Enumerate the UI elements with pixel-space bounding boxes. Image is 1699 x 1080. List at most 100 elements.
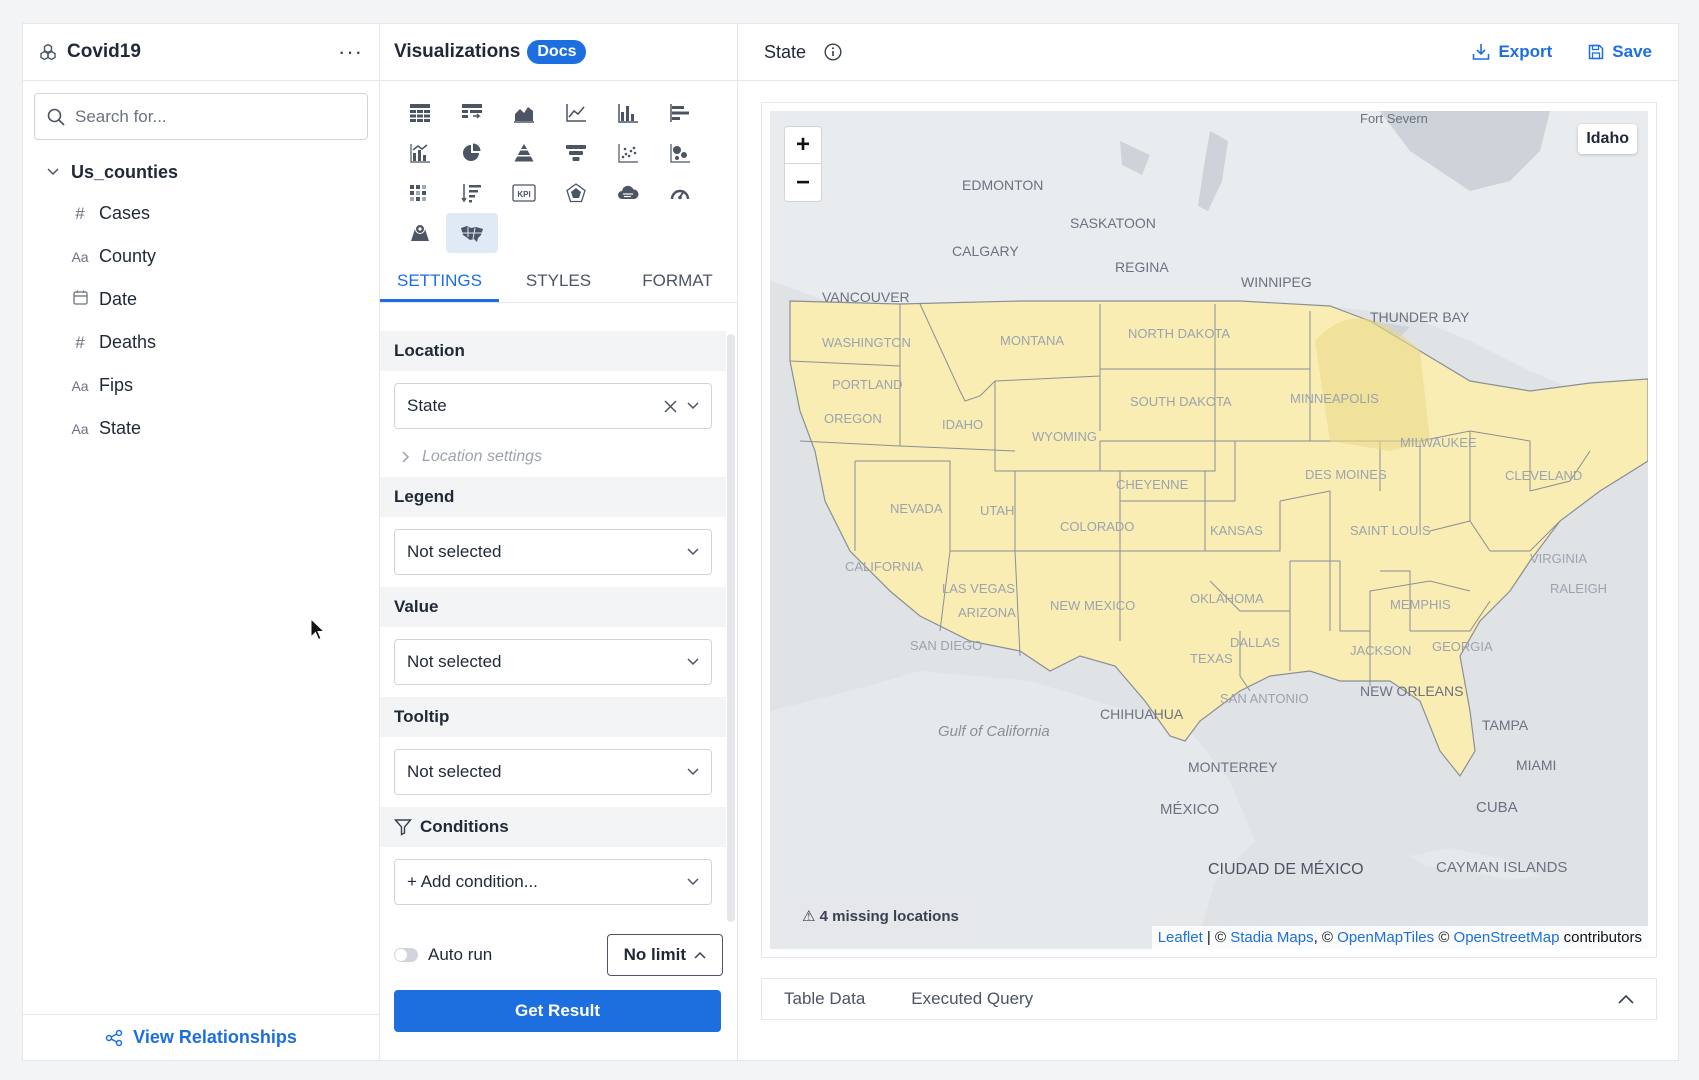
- visualizations-title: Visualizations: [394, 41, 521, 62]
- chevron-down-icon: [687, 548, 699, 556]
- view-relationships-label: View Relationships: [133, 1027, 297, 1047]
- run-controls: Auto run No limit Get Result: [380, 920, 737, 1060]
- pivot-table-icon[interactable]: [446, 93, 498, 133]
- sorted-bar-icon[interactable]: [446, 173, 498, 213]
- legend-value: Not selected: [407, 542, 502, 561]
- tab-styles[interactable]: STYLES: [499, 261, 618, 302]
- heatmap-icon[interactable]: [394, 173, 446, 213]
- view-relationships-button[interactable]: View Relationships: [23, 1014, 379, 1060]
- map-label-cuba: CUBA: [1476, 799, 1518, 816]
- tab-settings[interactable]: SETTINGS: [380, 261, 499, 302]
- radar-chart-icon[interactable]: [550, 173, 602, 213]
- limit-select[interactable]: No limit: [606, 934, 723, 976]
- chevron-right-icon: [402, 451, 410, 463]
- result-tabs: Table Data Executed Query: [761, 978, 1657, 1020]
- zoom-out-button[interactable]: −: [785, 164, 821, 201]
- map-label-edmonton: EDMONTON: [962, 177, 1044, 193]
- auto-run-label: Auto run: [428, 945, 493, 964]
- leaflet-link[interactable]: Leaflet: [1158, 929, 1203, 946]
- clear-icon[interactable]: [664, 399, 677, 413]
- save-button[interactable]: Save: [1588, 42, 1652, 62]
- bubble-chart-icon[interactable]: [654, 133, 706, 173]
- area-chart-icon[interactable]: [498, 93, 550, 133]
- map-label-vancouver: VANCOUVER: [822, 289, 910, 305]
- map-label-texas: TEXAS: [1190, 651, 1233, 666]
- info-icon[interactable]: [824, 43, 842, 61]
- zoom-in-button[interactable]: +: [785, 127, 821, 164]
- tooltip-select[interactable]: Not selected: [394, 749, 712, 795]
- dataset-icon: [40, 43, 56, 61]
- tab-table-data[interactable]: Table Data: [784, 989, 865, 1009]
- openstreetmap-link[interactable]: OpenStreetMap: [1454, 929, 1560, 946]
- text-type-icon: Aa: [71, 377, 89, 394]
- tab-executed-query[interactable]: Executed Query: [911, 989, 1033, 1009]
- pie-chart-icon[interactable]: [446, 133, 498, 173]
- field-item-date[interactable]: Date: [23, 278, 379, 321]
- value-select[interactable]: Not selected: [394, 639, 712, 685]
- field-label: Fips: [99, 375, 134, 395]
- settings-scrollbar[interactable]: [727, 334, 735, 922]
- bar-chart-icon[interactable]: [602, 93, 654, 133]
- gauge-chart-icon[interactable]: [654, 173, 706, 213]
- get-result-button[interactable]: Get Result: [394, 990, 721, 1032]
- legend-select[interactable]: Not selected: [394, 529, 712, 575]
- field-label: Cases: [99, 203, 151, 223]
- tab-format[interactable]: FORMAT: [618, 261, 737, 302]
- map-label-winnipeg: WINNIPEG: [1241, 274, 1312, 290]
- attribution-separator: ©: [1434, 929, 1454, 946]
- map-label-idaho: IDAHO: [942, 417, 984, 432]
- location-settings-toggle[interactable]: Location settings: [380, 441, 726, 473]
- choropleth-map-icon[interactable]: [446, 213, 498, 253]
- map-label-jackson: JACKSON: [1350, 643, 1412, 658]
- chart-title: State: [764, 41, 807, 62]
- filter-icon: [394, 819, 412, 836]
- openmaptiles-link[interactable]: OpenMapTiles: [1337, 929, 1434, 946]
- missing-locations-badge[interactable]: ⚠ 4 missing locations: [784, 897, 977, 935]
- app-window: Covid19 ··· Us_counties # Cases Aa Count…: [22, 23, 1679, 1061]
- table-chart-icon[interactable]: [394, 93, 446, 133]
- location-select[interactable]: State: [394, 383, 712, 429]
- field-item-county[interactable]: Aa County: [23, 235, 379, 278]
- line-chart-icon[interactable]: [550, 93, 602, 133]
- map-label-milwaukee: MILWAUKEE: [1400, 435, 1477, 450]
- map-pin-chart-icon[interactable]: [394, 213, 446, 253]
- search-input[interactable]: [75, 106, 355, 127]
- conditions-section-header: Conditions: [380, 807, 726, 847]
- field-item-cases[interactable]: # Cases: [23, 192, 379, 235]
- map-canvas[interactable]: Fort Severn EDMONTON SASKATOON CALGARY R…: [770, 111, 1648, 949]
- text-type-icon: Aa: [71, 420, 89, 437]
- field-item-state[interactable]: Aa State: [23, 407, 379, 450]
- add-condition-select[interactable]: + Add condition...: [394, 859, 712, 905]
- pyramid-chart-icon[interactable]: [498, 133, 550, 173]
- map-label-cdmx: CIUDAD DE MÉXICO: [1208, 861, 1364, 878]
- map-label-new-mexico: NEW MEXICO: [1050, 598, 1136, 613]
- kpi-icon[interactable]: KPI: [498, 173, 550, 213]
- table-node[interactable]: Us_counties: [23, 152, 379, 192]
- dataset-title: Covid19: [67, 41, 141, 62]
- field-item-fips[interactable]: Aa Fips: [23, 364, 379, 407]
- funnel-chart-icon[interactable]: [550, 133, 602, 173]
- chevron-up-icon: [694, 951, 706, 959]
- field-label: State: [99, 418, 142, 438]
- data-panel: Covid19 ··· Us_counties # Cases Aa Count…: [23, 24, 380, 1060]
- export-label: Export: [1498, 42, 1553, 61]
- tooltip-section-header: Tooltip: [380, 697, 726, 737]
- combo-chart-icon[interactable]: [394, 133, 446, 173]
- field-item-deaths[interactable]: # Deaths: [23, 321, 379, 364]
- dataset-header: Covid19 ···: [23, 24, 379, 81]
- docs-button[interactable]: Docs: [527, 40, 587, 64]
- scatter-chart-icon[interactable]: [602, 133, 654, 173]
- stadia-link[interactable]: Stadia Maps: [1230, 929, 1313, 946]
- map-label-chihuahua: CHIHUAHUA: [1100, 706, 1184, 722]
- chevron-down-icon: [687, 768, 699, 776]
- export-button[interactable]: Export: [1472, 42, 1552, 62]
- auto-run-toggle[interactable]: [394, 948, 418, 962]
- map-label-raleigh: RALEIGH: [1550, 581, 1608, 596]
- map-label-gulf-of-california: Gulf of California: [938, 723, 1050, 740]
- more-options-icon[interactable]: ···: [338, 39, 363, 65]
- map-label-monterrey: MONTERREY: [1188, 759, 1278, 775]
- map-label-oregon: OREGON: [824, 411, 882, 426]
- word-cloud-icon[interactable]: [602, 173, 654, 213]
- horizontal-bar-icon[interactable]: [654, 93, 706, 133]
- chevron-up-icon[interactable]: [1618, 994, 1634, 1004]
